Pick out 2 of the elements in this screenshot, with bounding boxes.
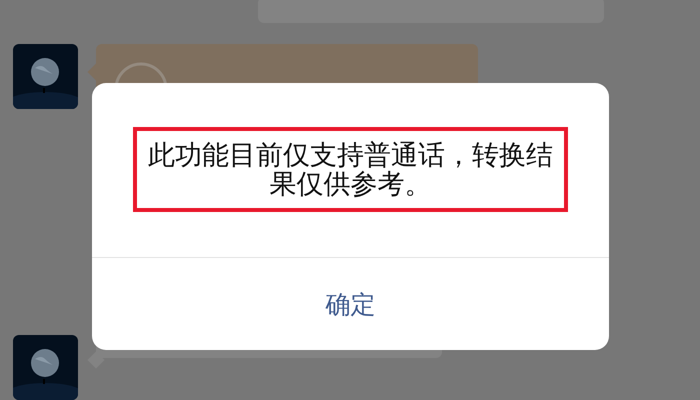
dialog-message: 此功能目前仅支持普通话，转换结果仅供参考。 <box>147 140 554 198</box>
confirm-button[interactable]: 确定 <box>92 258 609 350</box>
